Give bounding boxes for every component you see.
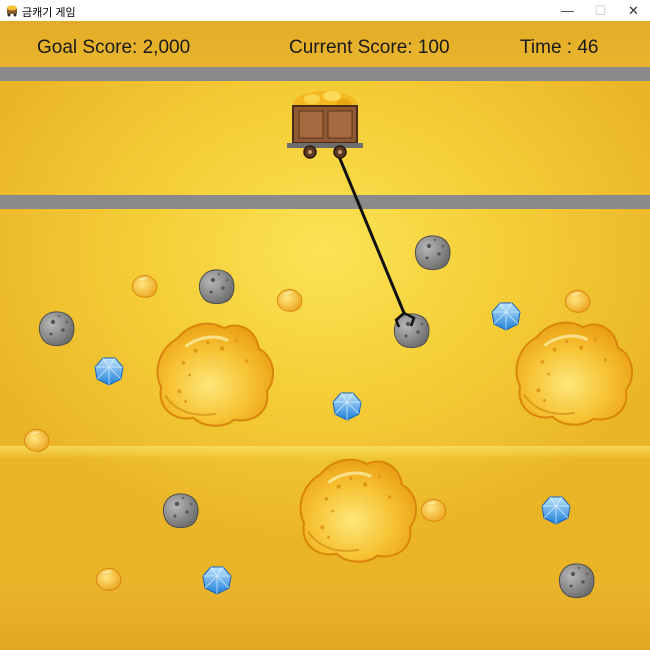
window-titlebar: 금캐기 게임 — ☐ ✕ [0,0,650,22]
window-title: 금캐기 게임 [22,7,76,19]
game-canvas[interactable]: Goal Score: 2,000 Current Score: 100 Tim… [0,21,650,650]
diamond [202,566,232,595]
rock [558,563,595,599]
rock [414,235,451,271]
large-gold-nugget [156,322,275,427]
diamond [491,302,521,331]
diamond [94,357,124,386]
small-gold-nugget [131,274,158,299]
diamond [541,496,571,525]
maximize-button: ☐ [594,2,607,18]
small-gold-nugget [564,289,591,314]
grabbed-rock [393,313,430,349]
mine-cart-icon [287,91,363,159]
large-gold-nugget [299,458,418,563]
small-gold-nugget [23,428,50,453]
small-gold-nugget [95,567,122,592]
cart-icon [7,5,17,17]
diamond [332,392,362,421]
game-objects-layer [23,91,634,599]
small-gold-nugget [276,288,303,313]
rock [162,493,199,529]
minimize-button[interactable]: — [551,0,584,21]
rock [38,311,75,347]
close-button[interactable]: ✕ [617,0,650,21]
rock [198,269,235,305]
small-gold-nugget [420,498,447,523]
large-gold-nugget [515,321,634,426]
